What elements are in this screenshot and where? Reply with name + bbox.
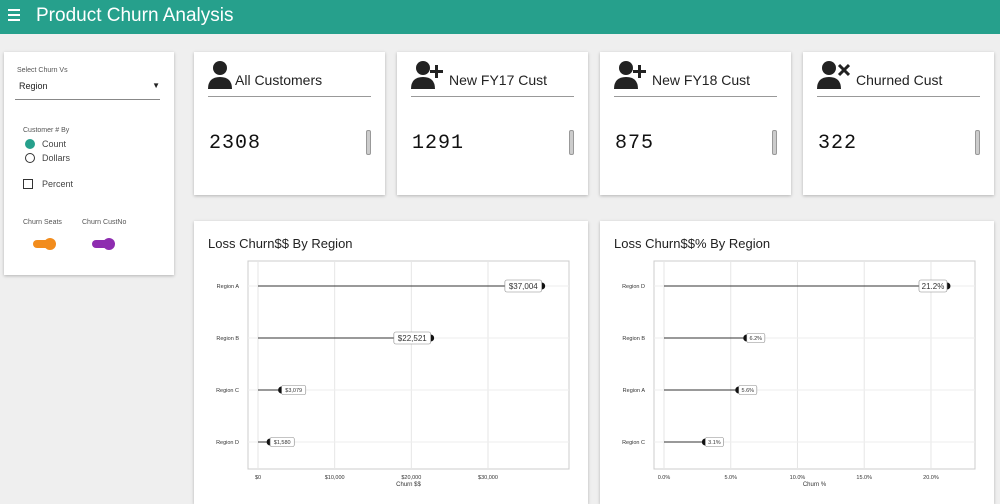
person-add-icon: [411, 61, 443, 89]
divider: [817, 96, 980, 97]
stat-title: New FY18 Cust: [652, 72, 751, 88]
x-tick-label: 15.0%: [856, 475, 872, 481]
churn-seats-label: Churn Seats: [23, 219, 62, 226]
x-tick-label: $30,000: [478, 475, 498, 481]
x-axis-title: Churn $$: [396, 482, 421, 488]
radio-selected-icon: [25, 139, 35, 149]
chart-card-churn-percent: Loss Churn$$% By Region 0.0% 5.0% 10.0% 15.…: [600, 221, 994, 504]
stat-card-new-fy18: New FY18 Cust 875: [600, 52, 791, 195]
app-title: Product Churn Analysis: [36, 5, 234, 26]
app-header: Product Churn Analysis: [0, 0, 1000, 34]
x-tick-label: 10.0%: [790, 475, 806, 481]
filter-sidebar: Select Churn Vs Region ▼ Customer # By C…: [4, 52, 174, 275]
scroll-handle[interactable]: [772, 130, 777, 155]
churn-vs-select-value: Region: [19, 81, 48, 91]
checkbox-icon: [23, 179, 33, 189]
scroll-handle[interactable]: [975, 130, 980, 155]
radio-count-label: Count: [42, 139, 67, 149]
y-tick-label: Region C: [216, 388, 239, 394]
stat-title: New FY17 Cust: [449, 72, 548, 88]
data-label: 5.6%: [742, 388, 755, 394]
stat-card-churned: Churned Cust 322: [803, 52, 994, 195]
y-tick-label: Region A: [623, 388, 646, 394]
person-add-icon: [614, 61, 646, 89]
stat-card-new-fy17: New FY17 Cust 1291: [397, 52, 588, 195]
x-tick-label: 5.0%: [724, 475, 737, 481]
radio-unselected-icon: [25, 153, 35, 163]
toggle-knob: [44, 238, 56, 250]
stat-value: 2308: [209, 132, 262, 155]
x-tick-label: $0: [255, 475, 261, 481]
data-label: 6.2%: [750, 336, 763, 342]
customer-by-label: Customer # By: [23, 127, 70, 134]
y-tick-label: Region B: [622, 336, 645, 342]
percent-label: Percent: [42, 179, 74, 189]
radio-count[interactable]: Count: [25, 139, 66, 149]
x-tick-label: 0.0%: [658, 475, 671, 481]
hamburger-menu-icon[interactable]: [8, 9, 20, 23]
y-tick-label: Region D: [622, 284, 645, 290]
data-label: 21.2%: [922, 282, 945, 291]
x-tick-label: 20.0%: [923, 475, 939, 481]
churn-custno-toggle[interactable]: [92, 238, 115, 250]
stat-title: All Customers: [235, 72, 323, 88]
radio-dollars[interactable]: Dollars: [25, 153, 70, 163]
churn-seats-toggle[interactable]: [33, 238, 56, 250]
dropdown-caret-icon: ▼: [152, 81, 160, 90]
select-churn-label: Select Churn Vs: [17, 67, 68, 74]
divider: [411, 96, 574, 97]
churn-dollars-chart: $0 $10,000 $20,000 $30,000 Region A $37,004 Re…: [216, 260, 570, 488]
toggle-knob: [103, 238, 115, 250]
chart-card-churn-dollars: Loss Churn$$ By Region $0 $10,000 $20,000 $…: [194, 221, 588, 504]
stat-value: 322: [818, 132, 858, 155]
x-tick-label: $20,000: [401, 475, 421, 481]
y-tick-label: Region D: [216, 440, 239, 446]
data-label: $3,079: [285, 388, 302, 394]
stat-value: 1291: [412, 132, 465, 155]
scroll-handle[interactable]: [366, 130, 371, 155]
divider: [208, 96, 371, 97]
churn-vs-select[interactable]: Region ▼: [15, 77, 160, 100]
y-tick-label: Region A: [217, 284, 240, 290]
data-label: 3.1%: [708, 440, 721, 446]
stat-card-all-customers: All Customers 2308: [194, 52, 385, 195]
churn-custno-label: Churn CustNo: [82, 219, 127, 226]
y-tick-label: Region C: [622, 440, 645, 446]
data-label: $37,004: [509, 282, 538, 291]
radio-dollars-label: Dollars: [42, 153, 71, 163]
y-tick-label: Region B: [216, 336, 239, 342]
x-tick-label: $10,000: [325, 475, 345, 481]
data-label: $22,521: [398, 334, 427, 343]
stat-value: 875: [615, 132, 655, 155]
divider: [614, 96, 777, 97]
person-remove-icon: [817, 61, 850, 89]
data-label: $1,580: [274, 440, 291, 446]
x-axis-title: Churn %: [803, 482, 827, 488]
percent-checkbox[interactable]: Percent: [23, 179, 73, 189]
scroll-handle[interactable]: [569, 130, 574, 155]
churn-percent-chart: 0.0% 5.0% 10.0% 15.0% 20.0% Region D 21.2% Regi…: [622, 260, 976, 488]
stat-title: Churned Cust: [856, 72, 943, 88]
